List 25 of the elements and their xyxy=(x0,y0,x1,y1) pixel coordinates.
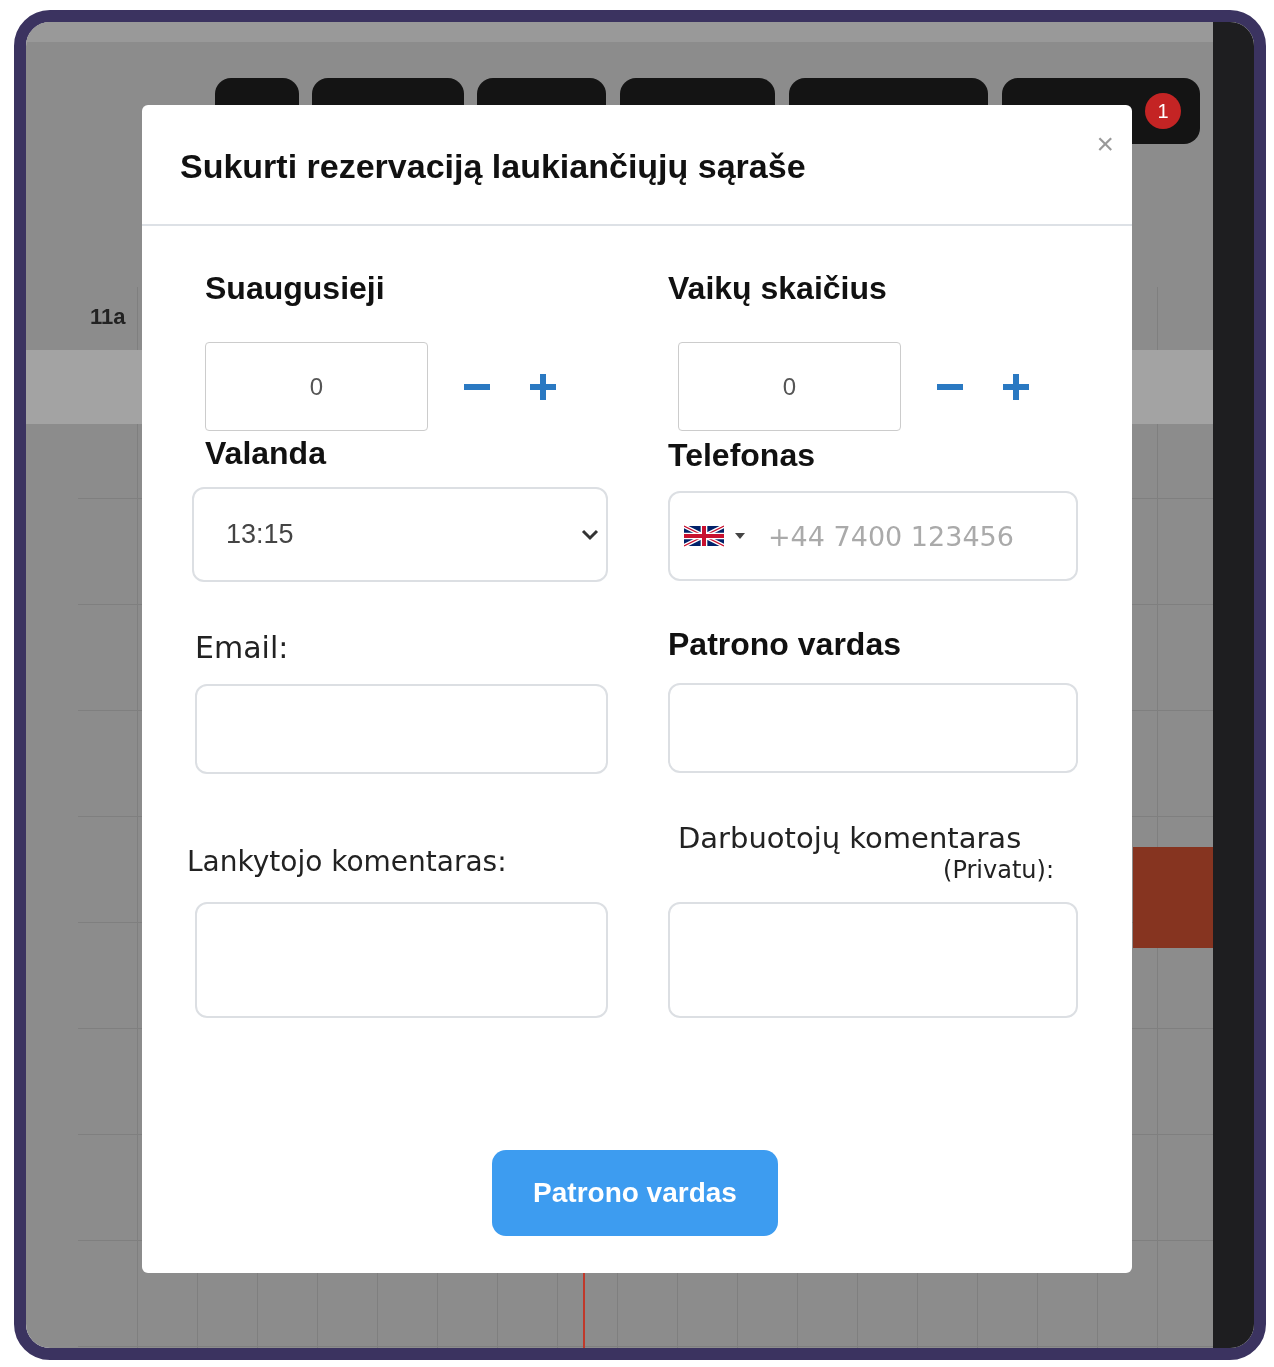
time-select[interactable]: 13:15 xyxy=(192,487,608,582)
field-label: Email: xyxy=(195,629,290,667)
field-label: Valanda xyxy=(205,434,328,473)
phone-field[interactable]: +44 7400 123456 xyxy=(668,491,1078,581)
field-label: Patrono vardas xyxy=(668,625,902,664)
comment-field[interactable] xyxy=(668,902,1078,1018)
email-field[interactable] xyxy=(195,684,608,774)
comment-field[interactable] xyxy=(195,902,608,1018)
chevron-down-icon xyxy=(580,527,600,542)
phone-number-input[interactable]: +44 7400 123456 xyxy=(766,519,1070,553)
time-label: 11a xyxy=(90,304,126,330)
name-field[interactable] xyxy=(668,683,1078,773)
field-label: Telefonas xyxy=(668,436,816,475)
number-field[interactable]: 0 xyxy=(678,342,901,431)
plus-icon[interactable] xyxy=(530,373,556,400)
modal-title: Sukurti rezervaciją laukiančiųjų sąraše xyxy=(180,147,806,186)
field-note: (Privatu): xyxy=(943,856,1054,884)
plus-icon[interactable] xyxy=(1003,373,1029,400)
field-label: Darbuotojų komentaras xyxy=(678,820,1022,856)
field-label: Vaikų skaičius xyxy=(668,269,888,308)
number-field[interactable]: 0 xyxy=(205,342,428,431)
flag-icon xyxy=(684,525,724,547)
field-label: Lankytojo komentaras: xyxy=(187,844,508,880)
field-label: Suaugusieji xyxy=(205,269,386,308)
caret-icon[interactable] xyxy=(734,532,746,540)
